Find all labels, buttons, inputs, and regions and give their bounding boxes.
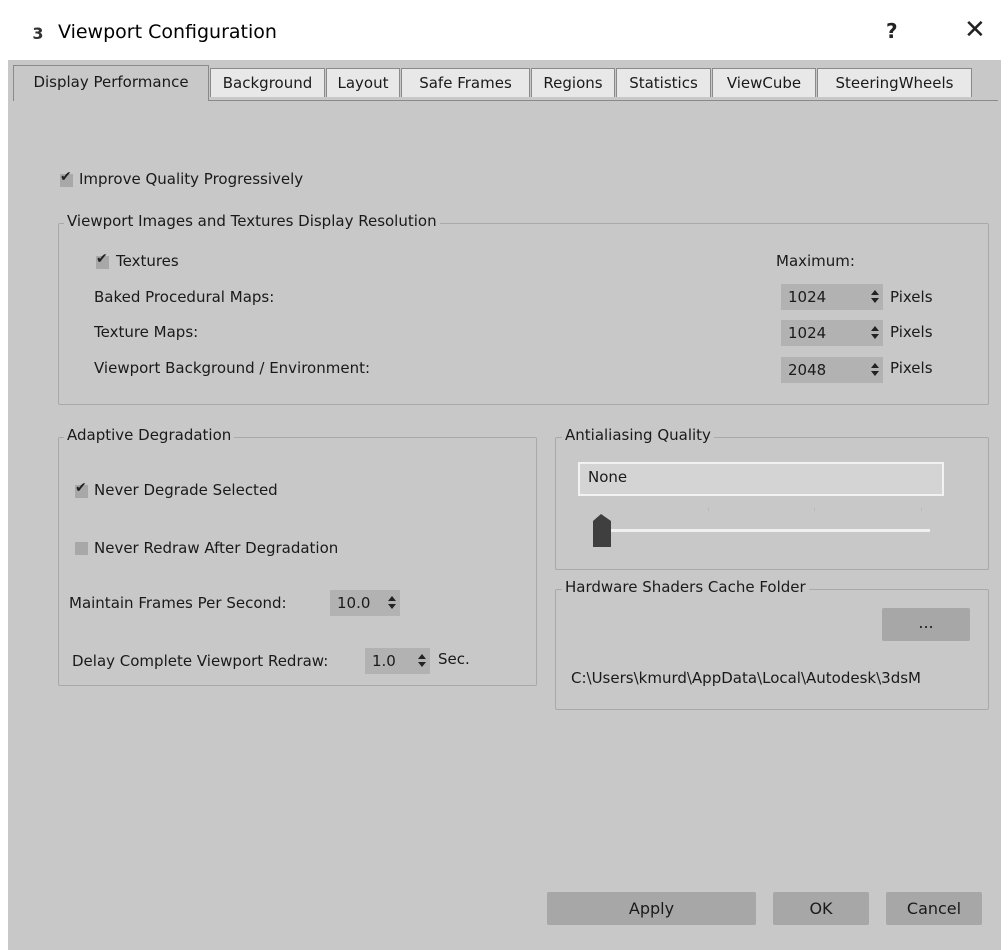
spinner-value: 1024	[788, 324, 827, 342]
seconds-unit-label: Sec.	[438, 650, 470, 668]
texture-maps-label: Texture Maps:	[94, 323, 199, 341]
apply-button[interactable]: Apply	[547, 892, 756, 925]
ok-button[interactable]: OK	[773, 892, 869, 925]
browse-folder-button[interactable]: ...	[882, 608, 970, 641]
texture-maps-spinner[interactable]: 1024	[781, 320, 883, 346]
improve-quality-label: Improve Quality Progressively	[79, 170, 304, 188]
viewport-configuration-dialog: 3 Viewport Configuration ? ✕ Display Per…	[8, 5, 1001, 950]
baked-procedural-maps-spinner[interactable]: 1024	[781, 284, 883, 310]
cancel-button[interactable]: Cancel	[886, 892, 982, 925]
tab-layout[interactable]: Layout	[326, 68, 400, 97]
tab-strip: Display Performance Background Layout Sa…	[13, 65, 1001, 101]
tab-regions[interactable]: Regions	[531, 68, 615, 97]
adaptive-degradation-title: Adaptive Degradation	[64, 426, 235, 444]
fps-label: Maintain Frames Per Second:	[69, 594, 287, 612]
viewport-background-spinner[interactable]: 2048	[781, 357, 883, 383]
pixels-unit-label: Pixels	[890, 288, 933, 306]
app-logo-icon: 3	[32, 24, 44, 43]
tab-display-performance[interactable]: Display Performance	[13, 65, 209, 101]
delay-redraw-spinner[interactable]: 1.0	[365, 648, 430, 674]
antialiasing-value-field: None	[578, 462, 944, 496]
spinner-arrows-icon[interactable]	[388, 594, 396, 610]
textures-label: Textures	[116, 252, 179, 270]
maximum-label: Maximum:	[776, 252, 855, 270]
help-button[interactable]: ?	[886, 19, 898, 43]
window-title: Viewport Configuration	[58, 21, 277, 43]
pixels-unit-label: Pixels	[890, 359, 933, 377]
improve-quality-checkbox[interactable]: ✔	[60, 169, 73, 187]
never-degrade-checkbox[interactable]: ✔	[75, 480, 88, 498]
pixels-unit-label: Pixels	[890, 323, 933, 341]
spinner-value: 2048	[788, 361, 827, 379]
never-redraw-label: Never Redraw After Degradation	[94, 539, 339, 557]
viewport-background-label: Viewport Background / Environment:	[94, 359, 371, 377]
spinner-arrows-icon[interactable]	[418, 652, 426, 668]
checkmark-icon: ✔	[75, 480, 87, 496]
spinner-value: 1.0	[372, 652, 396, 670]
tab-statistics[interactable]: Statistics	[616, 68, 711, 97]
spinner-arrows-icon[interactable]	[871, 288, 879, 304]
slider-tick	[708, 508, 709, 511]
antialiasing-slider-track[interactable]	[596, 529, 930, 532]
spinner-arrows-icon[interactable]	[871, 361, 879, 377]
textures-checkbox[interactable]: ✔	[96, 251, 109, 269]
antialiasing-groupbox	[555, 437, 989, 570]
never-redraw-checkbox[interactable]	[75, 542, 88, 555]
shader-cache-path: C:\Users\kmurd\AppData\Local\Autodesk\3d…	[571, 669, 921, 687]
close-button[interactable]: ✕	[964, 15, 986, 45]
baked-procedural-maps-label: Baked Procedural Maps:	[94, 288, 275, 306]
delay-redraw-label: Delay Complete Viewport Redraw:	[72, 652, 329, 670]
tab-viewcube[interactable]: ViewCube	[712, 68, 816, 97]
tab-safe-frames[interactable]: Safe Frames	[401, 68, 530, 97]
spinner-value: 1024	[788, 288, 827, 306]
slider-tick	[814, 508, 815, 511]
antialiasing-title: Antialiasing Quality	[562, 426, 714, 444]
tab-steeringwheels[interactable]: SteeringWheels	[817, 68, 972, 97]
resolution-group-title: Viewport Images and Textures Display Res…	[64, 212, 440, 230]
title-bar: 3 Viewport Configuration ? ✕	[8, 5, 1001, 60]
antialiasing-slider-thumb[interactable]	[593, 514, 613, 547]
checkmark-icon: ✔	[60, 169, 72, 185]
slider-tick	[921, 508, 922, 511]
spinner-value: 10.0	[337, 594, 371, 612]
shader-cache-title: Hardware Shaders Cache Folder	[562, 578, 809, 596]
adaptive-degradation-groupbox	[58, 437, 537, 686]
checkmark-icon: ✔	[96, 251, 108, 267]
fps-spinner[interactable]: 10.0	[330, 590, 400, 616]
never-degrade-label: Never Degrade Selected	[94, 481, 278, 499]
tab-background[interactable]: Background	[210, 68, 325, 97]
spinner-arrows-icon[interactable]	[871, 324, 879, 340]
